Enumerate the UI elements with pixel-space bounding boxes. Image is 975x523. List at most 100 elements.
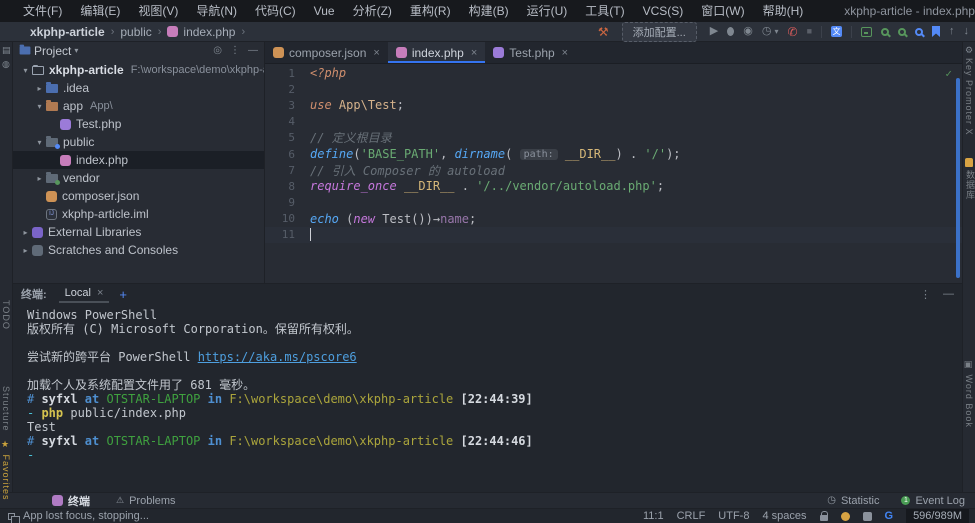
editor-tab-composer-json[interactable]: composer.json× <box>265 42 388 63</box>
run-configuration-button[interactable]: 添加配置... <box>622 22 697 42</box>
search-icon[interactable] <box>881 28 889 36</box>
line-separator[interactable]: CRLF <box>677 510 706 522</box>
project-view-icon <box>20 46 31 54</box>
memory-indicator[interactable]: 596/989M <box>906 509 969 523</box>
menu-item[interactable]: 分析(Z) <box>344 0 401 22</box>
menu-item[interactable]: 帮助(H) <box>754 0 813 22</box>
structure-stripe-button[interactable]: Structure <box>1 386 11 432</box>
translate-icon[interactable]: 文 <box>831 26 842 37</box>
options-menu-icon[interactable]: ⋮ <box>230 45 240 56</box>
terminal-link[interactable]: https://aka.ms/pscore6 <box>198 350 357 364</box>
run-icon[interactable]: ▶ <box>710 26 718 37</box>
tool-status-icon[interactable] <box>863 512 872 521</box>
inspection-ok-icon[interactable]: ✓ <box>945 67 952 80</box>
menu-item[interactable]: 文件(F) <box>14 0 71 22</box>
tree-item-app[interactable]: ▾appApp\ <box>13 97 264 115</box>
project-stripe-icon[interactable]: ▤ <box>2 45 11 56</box>
tree-item-vendor[interactable]: ▸vendor <box>13 169 264 187</box>
project-view-title[interactable]: Project <box>34 44 71 58</box>
navigate-back-icon[interactable]: ↑ <box>949 26 955 37</box>
menu-item[interactable]: 窗口(W) <box>692 0 753 22</box>
breadcrumb-item[interactable]: public <box>120 25 151 39</box>
bookmark-icon[interactable] <box>932 26 940 37</box>
menu-item[interactable]: 编辑(E) <box>71 0 129 22</box>
run-console-icon[interactable] <box>861 27 872 37</box>
tree-chevron-icon[interactable]: ▾ <box>33 138 46 147</box>
tree-chevron-icon[interactable]: ▸ <box>33 174 46 183</box>
find-everywhere-icon[interactable] <box>915 28 923 36</box>
terminal-output[interactable]: Windows PowerShell版权所有 (C) Microsoft Cor… <box>13 304 962 492</box>
file-encoding[interactable]: UTF-8 <box>718 510 749 522</box>
menu-item[interactable]: Vue <box>305 0 344 22</box>
editor-tab-test-php[interactable]: Test.php× <box>485 42 576 63</box>
menu-item[interactable]: 代码(C) <box>246 0 305 22</box>
debug-icon[interactable] <box>727 27 734 36</box>
plugins-stripe-icon[interactable]: ◍ <box>2 59 10 70</box>
chevron-down-icon[interactable]: ▾ <box>774 28 778 36</box>
breadcrumb-item[interactable]: index.php <box>183 25 235 39</box>
tree-item-test-php[interactable]: Test.php <box>13 115 264 133</box>
gear-icon[interactable]: ⚙ <box>965 45 973 56</box>
tree-chevron-icon[interactable]: ▾ <box>33 102 46 111</box>
stop-icon[interactable]: ■ <box>807 27 812 36</box>
run-coverage-icon[interactable]: ◉ <box>743 26 753 37</box>
tree-item-xkphp-article-iml[interactable]: IJxkphp-article.iml <box>13 205 264 223</box>
plugin-status-icon[interactable] <box>841 512 850 521</box>
menu-item[interactable]: 构建(B) <box>460 0 518 22</box>
editor-tab-index-php[interactable]: index.php× <box>388 42 485 63</box>
tree-item-scratches-and-consoles[interactable]: ▸Scratches and Consoles <box>13 241 264 259</box>
tree-item--idea[interactable]: ▸.idea <box>13 79 264 97</box>
menu-item[interactable]: 运行(U) <box>518 0 577 22</box>
menu-item[interactable]: 重构(R) <box>401 0 460 22</box>
new-terminal-button[interactable]: + <box>119 287 127 302</box>
key-promoter-stripe-button[interactable]: Key Promoter X <box>964 58 974 136</box>
menu-item[interactable]: 工具(T) <box>576 0 633 22</box>
tool-window-button-event-log[interactable]: 1Event Log <box>901 495 965 507</box>
tool-window-label: Event Log <box>915 495 965 507</box>
menu-item[interactable]: 视图(V) <box>129 0 187 22</box>
tree-item-xkphp-article[interactable]: ▾xkphp-articleF:\workspace\demo\xkphp-ar… <box>13 61 264 79</box>
terminal-options-icon[interactable]: ⋮ <box>920 288 931 301</box>
close-icon[interactable]: × <box>97 287 103 299</box>
tree-item-public[interactable]: ▾public <box>13 133 264 151</box>
tree-chevron-icon[interactable]: ▸ <box>33 84 46 93</box>
close-icon[interactable]: × <box>562 47 568 59</box>
caret-position[interactable]: 11:1 <box>643 510 664 522</box>
replace-icon[interactable] <box>898 28 906 36</box>
editor-scrollbar[interactable] <box>956 78 960 278</box>
code-editor[interactable]: ✓ 1<?php23use App\Test;45// 定义根目录6define… <box>265 64 962 283</box>
tree-item-index-php[interactable]: index.php <box>13 151 264 169</box>
code-token: ; <box>657 179 664 193</box>
breadcrumb-item[interactable]: xkphp-article <box>30 25 105 39</box>
terminal-hide-icon[interactable]: — <box>943 288 954 300</box>
close-icon[interactable]: × <box>373 47 379 59</box>
tool-window-button-problems[interactable]: ⚠Problems <box>116 493 176 509</box>
profiler-icon[interactable]: ◷ <box>762 26 772 37</box>
database-icon[interactable] <box>965 158 973 167</box>
indent-style[interactable]: 4 spaces <box>762 510 806 522</box>
tool-window-button-statistic[interactable]: ◷Statistic <box>827 495 879 507</box>
locate-file-icon[interactable]: ◎ <box>213 45 222 56</box>
navigate-forward-icon[interactable]: ↓ <box>964 26 970 37</box>
tree-item-composer-json[interactable]: composer.json <box>13 187 264 205</box>
tree-chevron-icon[interactable]: ▸ <box>19 228 32 237</box>
menu-item[interactable]: VCS(S) <box>634 0 693 22</box>
vendor-folder-icon <box>46 174 58 183</box>
chevron-down-icon[interactable]: ▾ <box>74 46 78 55</box>
wordbook-stripe-button[interactable]: ▣ Word Book <box>964 360 974 428</box>
build-hammer-icon[interactable]: ⚒ <box>598 26 609 38</box>
todo-stripe-button[interactable]: TODO <box>1 300 11 330</box>
hide-panel-icon[interactable]: — <box>248 45 258 56</box>
close-icon[interactable]: × <box>471 47 477 59</box>
tree-chevron-icon[interactable]: ▸ <box>19 246 32 255</box>
terminal-tab-local[interactable]: Local × <box>59 285 110 303</box>
tree-item-external-libraries[interactable]: ▸External Libraries <box>13 223 264 241</box>
menu-item[interactable]: 导航(N) <box>187 0 246 22</box>
readonly-lock-icon[interactable] <box>820 515 828 521</box>
favorites-stripe-button[interactable]: ★ Favorites <box>1 440 11 501</box>
translate-g-icon[interactable]: G <box>885 510 894 522</box>
database-stripe-button[interactable]: 数据库 <box>964 170 975 200</box>
tree-chevron-icon[interactable]: ▾ <box>19 66 32 75</box>
stop-remote-icon[interactable]: ✆ <box>788 26 798 38</box>
tool-window-button--[interactable]: 终端 <box>52 493 90 509</box>
